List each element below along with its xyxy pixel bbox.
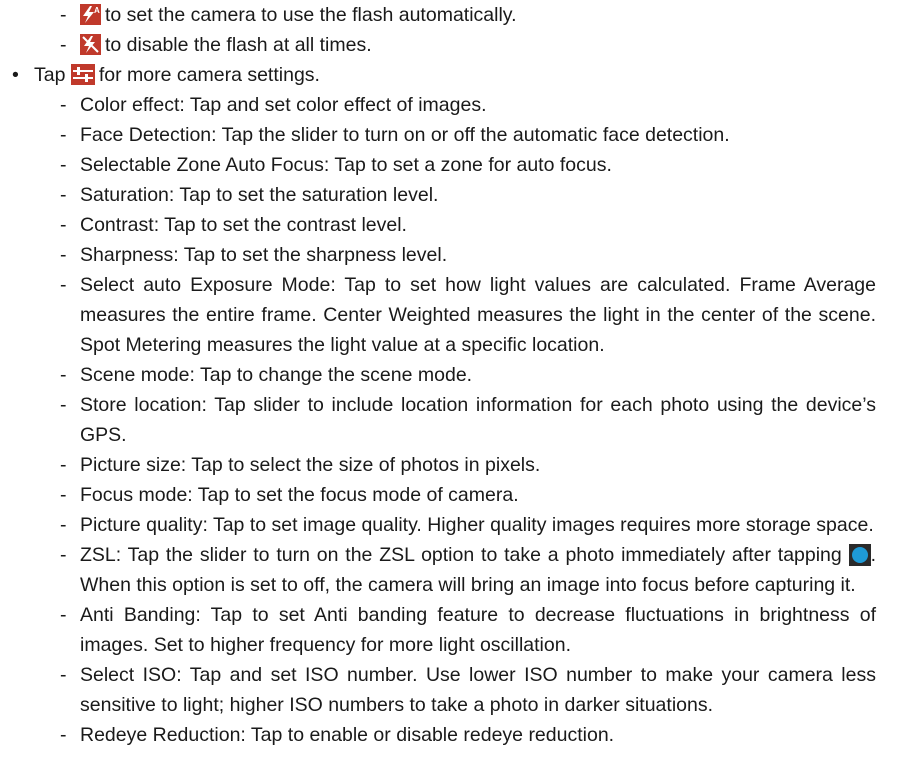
flash-auto-text: to set the camera to use the flash autom… (105, 4, 517, 26)
list-dash: - (60, 544, 67, 566)
zsl-text-before: ZSL: Tap the slider to turn on the ZSL o… (80, 544, 842, 566)
picture-size-text: Picture size: Tap to select the size of … (80, 454, 541, 476)
list-dash: - (60, 244, 67, 266)
scene-mode-text: Scene mode: Tap to change the scene mode… (80, 364, 473, 386)
face-detection-text: Face Detection: Tap the slider to turn o… (80, 124, 730, 146)
list-dash: - (60, 154, 67, 176)
list-item: - ZSL: Tap the slider to turn on the ZSL… (0, 540, 900, 600)
list-dash: - (60, 664, 67, 686)
flash-off-text: to disable the flash at all times. (105, 34, 372, 56)
list-dash: - (60, 364, 67, 386)
list-dash: - (60, 94, 67, 116)
manual-page: - A to set the camera to use the flash a… (0, 0, 900, 772)
list-dash: - (60, 214, 67, 236)
list-item: - Redeye Reduction: Tap to enable or disa… (0, 720, 900, 750)
list-item: - Sharpness: Tap to set the sharpness lev… (0, 240, 900, 270)
list-dash: - (60, 274, 67, 296)
shutter-button-icon (848, 544, 871, 566)
settings-intro-before: Tap (34, 64, 66, 86)
list-item: - Picture size: Tap to select the size of… (0, 450, 900, 480)
list-dash: - (60, 394, 67, 416)
list-dash: - (60, 4, 67, 26)
settings-intro-after: for more camera settings. (98, 64, 320, 86)
settings-intro: • Tap for more camera settings. (0, 60, 900, 90)
list-item: - Contrast: Tap to set the contrast level… (0, 210, 900, 240)
select-iso-text: Select ISO: Tap and set ISO number. Use … (80, 664, 876, 716)
list-dash: - (60, 724, 67, 746)
list-dash: - (60, 34, 67, 56)
exposure-mode-text: Select auto Exposure Mode: Tap to set ho… (80, 274, 876, 356)
anti-banding-text: Anti Banding: Tap to set Anti banding fe… (80, 604, 876, 656)
svg-text:A: A (94, 6, 100, 15)
list-item: - Anti Banding: Tap to set Anti banding f… (0, 600, 900, 660)
focus-mode-text: Focus mode: Tap to set the focus mode of… (80, 484, 519, 506)
saturation-text: Saturation: Tap to set the saturation le… (80, 184, 439, 206)
zsl-text: ZSL: Tap the slider to turn on the ZSL o… (80, 540, 876, 600)
list-dash: - (60, 124, 67, 146)
picture-quality-text: Picture quality: Tap to set image qualit… (80, 514, 874, 536)
list-item: - Select ISO: Tap and set ISO number. Use… (0, 660, 900, 720)
list-dash: - (60, 484, 67, 506)
list-item: - Focus mode: Tap to set the focus mode o… (0, 480, 900, 510)
contrast-text: Contrast: Tap to set the contrast level. (80, 214, 407, 236)
flash-off-icon (80, 34, 101, 55)
store-location-text: Store location: Tap slider to include lo… (80, 394, 876, 446)
zone-auto-focus-text: Selectable Zone Auto Focus: Tap to set a… (80, 154, 612, 176)
list-dash: - (60, 604, 67, 626)
color-effect-text: Color effect: Tap and set color effect o… (80, 94, 487, 116)
flash-auto-icon: A (80, 4, 101, 25)
sharpness-text: Sharpness: Tap to set the sharpness leve… (80, 244, 448, 266)
list-item: - Select auto Exposure Mode: Tap to set h… (0, 270, 900, 360)
redeye-reduction-text: Redeye Reduction: Tap to enable or disab… (80, 724, 615, 746)
list-item: - Color effect: Tap and set color effect … (0, 90, 900, 120)
list-item: - Face Detection: Tap the slider to turn … (0, 120, 900, 150)
list-bullet: • (12, 64, 19, 86)
list-item: - Store location: Tap slider to include l… (0, 390, 900, 450)
list-item: - Picture quality: Tap to set image quali… (0, 510, 900, 540)
list-dash: - (60, 514, 67, 536)
list-dash: - (60, 184, 67, 206)
flash-off-row: - to disable the flash at all times. (0, 30, 900, 60)
list-item: - Saturation: Tap to set the saturation l… (0, 180, 900, 210)
list-dash: - (60, 454, 67, 476)
list-item: - Scene mode: Tap to change the scene mod… (0, 360, 900, 390)
list-item: - Selectable Zone Auto Focus: Tap to set … (0, 150, 900, 180)
flash-auto-row: - A to set the camera to use the flash a… (0, 0, 900, 30)
settings-sliders-icon (70, 64, 95, 85)
